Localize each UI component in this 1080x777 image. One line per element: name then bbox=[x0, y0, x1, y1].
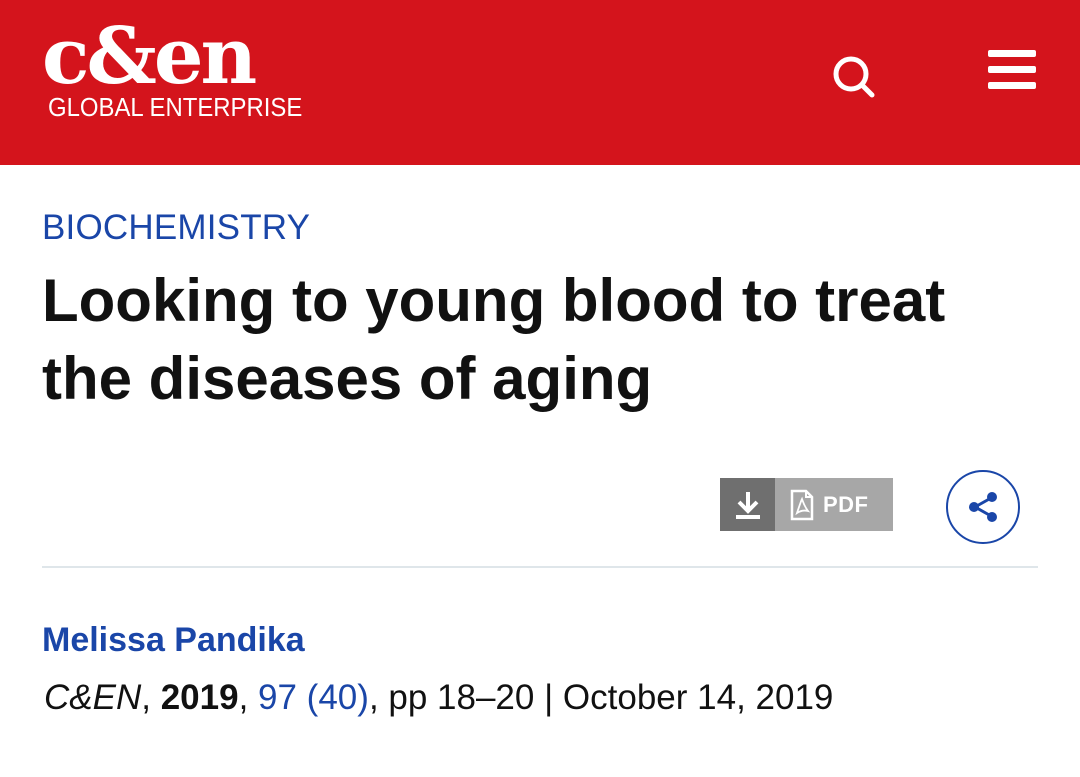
logo-wordmark: c&en bbox=[42, 11, 257, 102]
hamburger-menu-icon bbox=[988, 50, 1036, 89]
citation-pages: , pp 18–20 | bbox=[368, 678, 563, 717]
menu-button[interactable] bbox=[984, 48, 1040, 92]
search-icon bbox=[833, 56, 875, 98]
volume-issue-link[interactable]: 97 (40) bbox=[258, 678, 369, 717]
download-section bbox=[720, 478, 775, 531]
site-header: c&en GLOBAL ENTERPRISE bbox=[0, 0, 1080, 165]
section-divider bbox=[42, 566, 1038, 568]
cen-logo[interactable]: c&en GLOBAL ENTERPRISE bbox=[42, 11, 324, 122]
pdf-label-section: PDF bbox=[775, 478, 893, 531]
logo-subtitle: GLOBAL ENTERPRISE bbox=[48, 92, 303, 122]
article-title: Looking to young blood to treat the dise… bbox=[42, 267, 946, 412]
pdf-label: PDF bbox=[823, 491, 869, 517]
download-icon bbox=[735, 491, 760, 519]
author-link[interactable]: Melissa Pandika bbox=[42, 621, 305, 660]
citation-year: 2019 bbox=[160, 678, 239, 717]
journal-name: C&EN bbox=[44, 678, 142, 717]
citation-line: C&EN, 2019, 97 (40), pp 18–20 | October … bbox=[44, 678, 833, 718]
share-button[interactable] bbox=[946, 470, 1020, 544]
citation-separator: , bbox=[238, 678, 259, 717]
citation-separator: , bbox=[141, 678, 161, 717]
article-category[interactable]: BIOCHEMISTRY bbox=[42, 208, 310, 248]
share-icon bbox=[969, 492, 997, 522]
search-button[interactable] bbox=[824, 50, 884, 102]
download-pdf-button[interactable]: PDF bbox=[720, 478, 893, 531]
pdf-file-icon bbox=[790, 489, 814, 520]
publication-date: October 14, 2019 bbox=[562, 678, 834, 717]
